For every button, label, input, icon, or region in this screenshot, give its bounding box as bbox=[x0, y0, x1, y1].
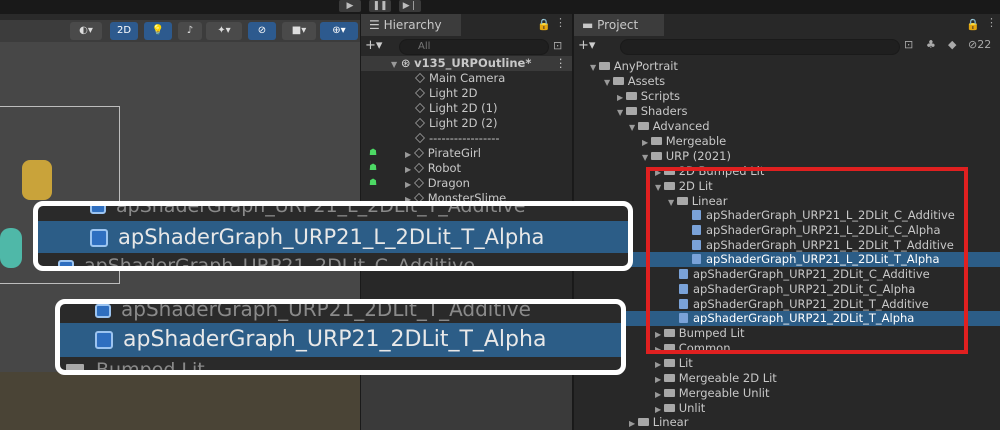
folder-open-icon bbox=[637, 122, 649, 130]
gameobject-icon bbox=[415, 103, 425, 113]
hierarchy-list-icon: ☰ bbox=[369, 18, 384, 32]
callout-row-above: apShaderGraph_URP21_L_2DLit_T_Additive bbox=[38, 206, 628, 216]
tree-folder[interactable]: ▶ Mergeable 2D Lit bbox=[655, 371, 777, 386]
scene-ground bbox=[0, 372, 360, 430]
folder-icon bbox=[650, 137, 662, 145]
menu-icon[interactable]: ⋮ bbox=[555, 16, 566, 29]
callout-row-above: apShaderGraph_URP21_2DLit_T_Additive bbox=[60, 304, 621, 320]
pause-icon[interactable]: ❚❚ bbox=[369, 0, 391, 12]
robot-sprite bbox=[22, 160, 52, 200]
add-asset-icon[interactable]: +▾ bbox=[578, 38, 595, 53]
tree-folder[interactable]: ▶ Mergeable bbox=[642, 134, 726, 149]
folder-icon bbox=[66, 364, 84, 370]
zoom-callout-bottom: apShaderGraph_URP21_2DLit_T_Additive apS… bbox=[55, 299, 626, 375]
folder-open-icon bbox=[625, 107, 637, 115]
tree-folder[interactable]: ▶ Linear bbox=[629, 415, 688, 430]
hier-item[interactable]: ----------------- bbox=[415, 131, 500, 146]
mode-2d-button[interactable]: 2D bbox=[110, 22, 138, 40]
tree-folder[interactable]: ▶ Lit bbox=[655, 356, 693, 371]
callout-row-below: Bumped Lit bbox=[60, 360, 621, 370]
package-count-badge: 22 bbox=[977, 38, 992, 51]
tree-folder[interactable]: ▼ AnyPortrait bbox=[590, 59, 678, 74]
hierarchy-empty-area bbox=[361, 372, 572, 430]
highlight-box bbox=[646, 167, 968, 354]
shadergraph-icon bbox=[95, 304, 111, 318]
hier-item[interactable]: Light 2D bbox=[415, 86, 478, 101]
play-toolbar: ▶ ❚❚ ▶❘ bbox=[0, 0, 1000, 14]
callout-row-selected: apShaderGraph_URP21_L_2DLit_T_Alpha bbox=[38, 221, 628, 253]
tree-folder[interactable]: ▶ Unlit bbox=[655, 401, 705, 416]
shadergraph-icon bbox=[90, 229, 108, 247]
hier-item[interactable]: Main Camera bbox=[415, 71, 505, 86]
hier-item[interactable]: ▶ Robot bbox=[405, 161, 461, 176]
gameobject-icon bbox=[415, 88, 425, 98]
tree-folder[interactable]: ▼ Shaders bbox=[617, 104, 687, 119]
lock-icon[interactable]: 🔒 bbox=[537, 18, 551, 31]
tree-folder[interactable]: ▼ Assets bbox=[604, 74, 665, 89]
callout-row-below: apShaderGraph_URP21_2DLit_C_Additive bbox=[38, 256, 628, 266]
gameobject-icon bbox=[415, 118, 425, 128]
tree-folder[interactable]: ▼ URP (2021) bbox=[642, 149, 731, 164]
tag-icon[interactable]: ◆ bbox=[948, 38, 956, 51]
play-icon[interactable]: ▶ bbox=[339, 0, 361, 12]
folder-open-icon bbox=[598, 62, 610, 70]
folder-open-icon bbox=[650, 152, 662, 160]
folder-icon bbox=[637, 418, 649, 426]
shadergraph-icon bbox=[90, 206, 106, 214]
search-options-icon[interactable]: ⊡ bbox=[553, 39, 562, 52]
scene-menu-icon[interactable]: ⋮ bbox=[555, 56, 567, 71]
add-icon[interactable]: +▾ bbox=[365, 38, 382, 53]
folder-icon bbox=[663, 389, 675, 397]
gameobject-icon bbox=[413, 148, 424, 158]
folder-icon bbox=[663, 374, 675, 382]
folder-open-icon bbox=[612, 77, 624, 85]
tab-project[interactable]: ▬ Project bbox=[574, 14, 664, 36]
tree-folder[interactable]: ▶ Scripts bbox=[617, 89, 680, 104]
hierarchy-search-input[interactable]: All bbox=[399, 39, 549, 55]
search-by-type-icon[interactable]: ⊡ bbox=[904, 38, 913, 51]
callout-row-selected: apShaderGraph_URP21_2DLit_T_Alpha bbox=[60, 323, 621, 357]
tree-folder[interactable]: ▼ Advanced bbox=[629, 119, 710, 134]
gameobject-icon bbox=[413, 178, 424, 188]
gameobject-icon bbox=[413, 163, 424, 173]
slime-sprite bbox=[0, 228, 22, 268]
shading-mode-icon[interactable]: ◐▾ bbox=[70, 22, 102, 40]
hidden-packages-icon[interactable]: ⊘22 bbox=[968, 38, 991, 51]
unity-scene-icon: ⊛ bbox=[400, 56, 411, 70]
effects-icon[interactable]: ✦▾ bbox=[206, 22, 242, 40]
folder-icon: ▬ bbox=[582, 18, 598, 32]
gameobject-icon bbox=[415, 73, 425, 83]
robot-status-icon: ☗ bbox=[369, 148, 378, 158]
folder-icon bbox=[663, 359, 675, 367]
gizmos-icon[interactable]: ⊕▾ bbox=[320, 22, 358, 40]
folder-icon bbox=[663, 404, 675, 412]
lock-icon[interactable]: 🔒 bbox=[966, 18, 980, 31]
hier-item[interactable]: Light 2D (1) bbox=[415, 101, 497, 116]
scene-row[interactable]: ▼ ⊛ v135_URPOutline* ⋮ bbox=[361, 56, 572, 71]
gameobject-icon bbox=[415, 133, 425, 143]
menu-icon[interactable]: ⋮ bbox=[986, 16, 997, 29]
step-icon[interactable]: ▶❘ bbox=[399, 0, 421, 12]
tree-folder[interactable]: ▶ Mergeable Unlit bbox=[655, 386, 769, 401]
shadergraph-icon bbox=[58, 259, 74, 266]
visibility-icon[interactable]: ⊘ bbox=[248, 22, 276, 40]
camera-icon[interactable]: ■▾ bbox=[282, 22, 316, 40]
project-search-input[interactable] bbox=[620, 39, 900, 55]
hier-item[interactable]: ▶ Dragon bbox=[405, 176, 470, 191]
hier-item[interactable]: Light 2D (2) bbox=[415, 116, 497, 131]
lighting-icon[interactable]: 💡 bbox=[144, 22, 172, 40]
shadergraph-icon bbox=[95, 331, 113, 349]
audio-icon[interactable]: ♪ bbox=[178, 22, 202, 40]
robot-status-icon: ☗ bbox=[369, 178, 378, 188]
hier-item[interactable]: ▶ PirateGirl bbox=[405, 146, 481, 161]
search-by-label-icon[interactable]: ♣ bbox=[926, 38, 936, 51]
robot-status-icon: ☗ bbox=[369, 163, 378, 173]
folder-icon bbox=[625, 92, 637, 100]
zoom-callout-top: apShaderGraph_URP21_L_2DLit_T_Additive a… bbox=[33, 201, 633, 271]
tab-hierarchy[interactable]: ☰ Hierarchy bbox=[361, 14, 461, 36]
